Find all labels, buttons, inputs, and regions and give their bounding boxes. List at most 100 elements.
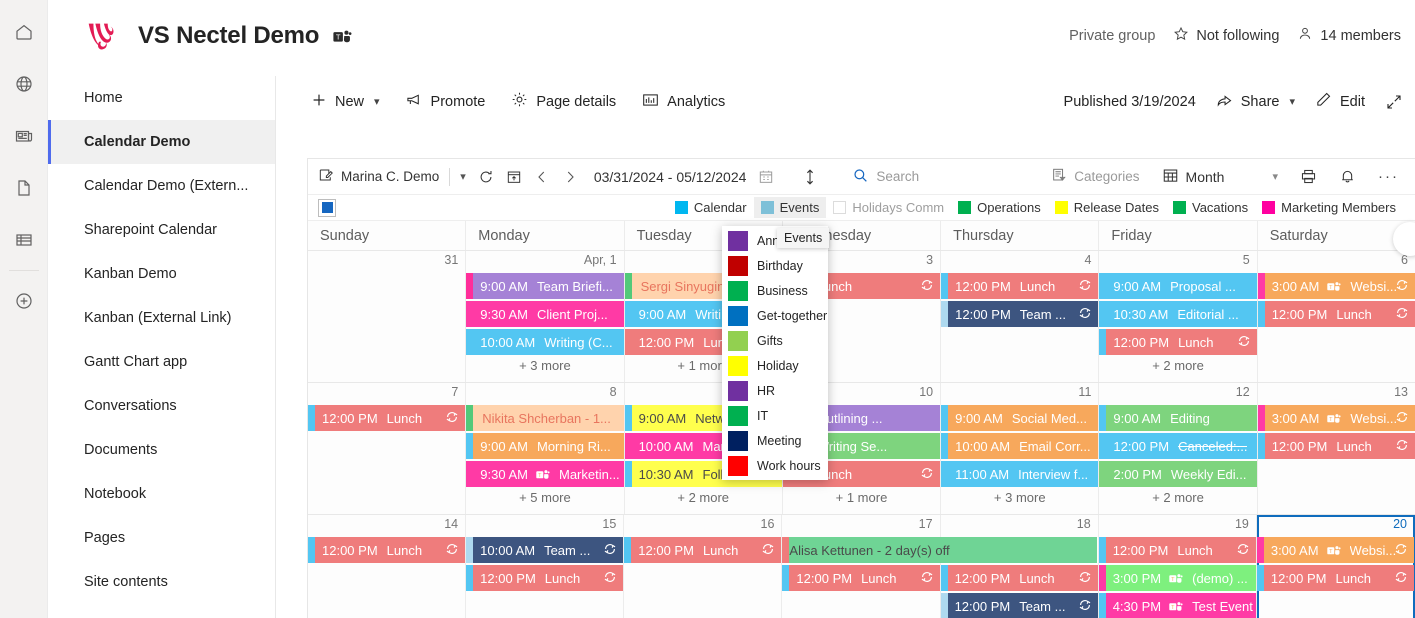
sidebar-item-gantt-chart-app[interactable]: Gantt Chart app <box>48 340 275 384</box>
dropdown-item-hr[interactable]: HR <box>722 378 828 403</box>
refresh-icon[interactable] <box>472 169 500 185</box>
sidebar-item-sharepoint-calendar[interactable]: Sharepoint Calendar <box>48 208 275 252</box>
calendar-event[interactable]: 10:00 AM Team ... <box>466 537 624 563</box>
calendar-day-cell[interactable]: 7 12:00 PM Lunch <box>308 383 467 514</box>
calendar-day-cell[interactable]: 19 12:00 PM Lunch 3:00 PM T (demo) ... 4:30 PM… <box>1098 515 1257 618</box>
calendar-event[interactable]: 9:00 AM Team Briefi... <box>466 273 624 299</box>
calendar-event[interactable]: 12:00 PM Lunch <box>1257 301 1415 327</box>
prev-icon[interactable] <box>528 169 556 185</box>
calendar-day-cell[interactable]: 13 3:00 AM T Websi... 12:00 PM Lunch <box>1257 383 1415 514</box>
promote-button[interactable]: Promote <box>406 92 485 112</box>
more-events-link[interactable]: + 1 more <box>783 490 940 505</box>
globe-icon[interactable] <box>0 60 48 108</box>
date-picker-icon[interactable] <box>752 169 780 185</box>
dropdown-item-get-together[interactable]: Get-together <box>722 303 828 328</box>
calendar-event[interactable]: 9:00 AM Morning Ri... <box>466 433 624 459</box>
sidebar-item-home[interactable]: Home <box>48 76 275 120</box>
print-icon[interactable] <box>1294 168 1323 185</box>
calendar-event[interactable]: 2:00 PM Weekly Edi... <box>1099 461 1257 487</box>
sidebar-item-pages[interactable]: Pages <box>48 516 275 560</box>
dropdown-item-birthday[interactable]: Birthday <box>722 253 828 278</box>
calendar-day-cell[interactable]: 11 9:00 AM Social Med... 10:00 AM Email Corr… <box>941 383 1100 514</box>
analytics-button[interactable]: Analytics <box>642 92 725 112</box>
calendar-event[interactable]: 4:30 PM T Test Event <box>1098 593 1256 618</box>
dropdown-item-business[interactable]: Business <box>722 278 828 303</box>
calendar-event[interactable]: 9:00 AM Proposal ... <box>1099 273 1257 299</box>
share-button[interactable]: Share ▾ <box>1216 92 1295 112</box>
today-icon[interactable] <box>500 169 528 185</box>
dropdown-item-gifts[interactable]: Gifts <box>722 328 828 353</box>
calendar-event[interactable]: 3:00 PM T (demo) ... <box>1098 565 1256 591</box>
more-events-link[interactable]: + 2 more <box>625 490 782 505</box>
calendar-event[interactable]: 12:00 PM Lunch <box>782 565 940 591</box>
calendar-day-cell[interactable]: 4 12:00 PM Lunch 12:00 PM Team ... <box>941 251 1100 382</box>
sidebar-item-site-contents[interactable]: Site contents <box>48 560 275 604</box>
sidebar-item-kanban-demo[interactable]: Kanban Demo <box>48 252 275 296</box>
calendar-day-cell[interactable]: 20 3:00 AM T Websi... 12:00 PM Lunch <box>1256 515 1415 618</box>
file-icon[interactable] <box>0 164 48 212</box>
more-icon[interactable]: ··· <box>1372 168 1405 185</box>
legend-item-events[interactable]: Events <box>753 197 827 218</box>
calendar-event[interactable]: 9:00 AM Social Med... <box>941 405 1099 431</box>
calendar-event[interactable]: 12:00 PM Lunch <box>1098 537 1256 563</box>
calendar-event[interactable]: 12:00 PM Lunch <box>624 537 782 563</box>
bell-icon[interactable] <box>1333 168 1362 185</box>
calendar-event[interactable]: 9:30 AM T Marketin... <box>466 461 624 487</box>
sidebar-item-documents[interactable]: Documents <box>48 428 275 472</box>
calendar-event[interactable]: 9:00 AM Editing <box>1099 405 1257 431</box>
calendar-event[interactable]: 10:30 AM Editorial ... <box>1099 301 1257 327</box>
row-height-icon[interactable] <box>796 168 824 186</box>
lists-icon[interactable] <box>0 216 48 264</box>
more-events-link[interactable]: + 2 more <box>1099 358 1256 373</box>
calendar-day-cell[interactable]: 5 9:00 AM Proposal ... 10:30 AM Editorial ..… <box>1099 251 1258 382</box>
calendar-event[interactable]: 12:00 PM Canceled:... <box>1099 433 1257 459</box>
calendar-event[interactable]: 12:00 PM Team ... <box>941 301 1099 327</box>
legend-item-operations[interactable]: Operations <box>951 197 1048 218</box>
legend-toggle-button[interactable] <box>318 198 336 217</box>
home-icon[interactable] <box>0 8 48 56</box>
legend-item-marketing-members[interactable]: Marketing Members <box>1255 197 1403 218</box>
multi-day-event[interactable]: Alisa Kettunen - 2 day(s) off <box>782 537 1097 563</box>
calendar-event[interactable]: 12:00 PM Team ... <box>940 593 1098 618</box>
more-events-link[interactable]: + 3 more <box>466 358 623 373</box>
follow-button[interactable]: Not following <box>1173 26 1279 46</box>
calendar-event[interactable]: 10:00 AM Email Corr... <box>941 433 1099 459</box>
calendar-event[interactable]: 11:00 AM Interview f... <box>941 461 1099 487</box>
legend-item-vacations[interactable]: Vacations <box>1166 197 1255 218</box>
calendar-day-cell[interactable]: 14 12:00 PM Lunch <box>308 515 467 618</box>
sidebar-item-calendar-demo[interactable]: Calendar Demo <box>48 120 275 164</box>
calendar-event[interactable]: 3:00 AM T Websi... <box>1257 405 1415 431</box>
legend-item-holidays-comm[interactable]: Holidays Comm <box>826 197 951 218</box>
new-button[interactable]: New ▾ <box>311 92 380 112</box>
create-icon[interactable] <box>0 277 48 325</box>
next-icon[interactable] <box>556 169 584 185</box>
chevron-down-icon[interactable]: ▾ <box>374 95 380 108</box>
edit-button[interactable]: Edit <box>1315 91 1365 112</box>
news-icon[interactable] <box>0 112 48 160</box>
calendar-event[interactable]: Nikita Shcherban - 1... <box>466 405 624 431</box>
calendar-day-cell[interactable]: 8 Nikita Shcherban - 1... 9:00 AM Morning R… <box>466 383 625 514</box>
categories-button[interactable]: Categories <box>1045 167 1145 186</box>
more-events-link[interactable]: + 5 more <box>466 490 623 505</box>
legend-item-calendar[interactable]: Calendar <box>668 197 754 218</box>
calendar-event[interactable]: 12:00 PM Lunch <box>1257 433 1415 459</box>
calendar-day-cell[interactable]: 18 12:00 PM Lunch 12:00 PM Team ... <box>940 515 1099 618</box>
calendar-day-cell[interactable]: 12 9:00 AM Editing 12:00 PM Canceled:... 2:00… <box>1099 383 1258 514</box>
members-button[interactable]: 14 members <box>1297 26 1401 46</box>
calendar-day-cell[interactable]: 15 10:00 AM Team ... 12:00 PM Lunch <box>466 515 625 618</box>
calendar-day-cell[interactable]: 17 12:00 PM Lunch <box>782 515 941 618</box>
calendar-event[interactable]: 12:00 PM Lunch <box>308 405 466 431</box>
sidebar-item-conversations[interactable]: Conversations <box>48 384 275 428</box>
calendar-day-cell[interactable]: 6 3:00 AM T Websi... 12:00 PM Lunch <box>1257 251 1415 382</box>
calendar-event[interactable]: 3:00 AM T Websi... <box>1256 537 1414 563</box>
dropdown-item-work-hours[interactable]: Work hours <box>722 453 828 478</box>
calendar-event[interactable]: 12:00 PM Lunch <box>1099 329 1257 355</box>
source-dropdown-button[interactable]: ▾ <box>454 170 472 183</box>
calendar-event[interactable]: 12:00 PM Lunch <box>1256 565 1414 591</box>
sidebar-item-calendar-demo-extern[interactable]: Calendar Demo (Extern... <box>48 164 275 208</box>
calendar-event[interactable]: 10:00 AM Writing (C... <box>466 329 624 355</box>
calendar-day-cell[interactable]: 16 12:00 PM Lunch <box>624 515 783 618</box>
search-field[interactable]: Search <box>846 167 925 187</box>
page-details-button[interactable]: Page details <box>511 91 616 112</box>
date-range-label[interactable]: 03/31/2024 - 05/12/2024 <box>588 169 753 185</box>
